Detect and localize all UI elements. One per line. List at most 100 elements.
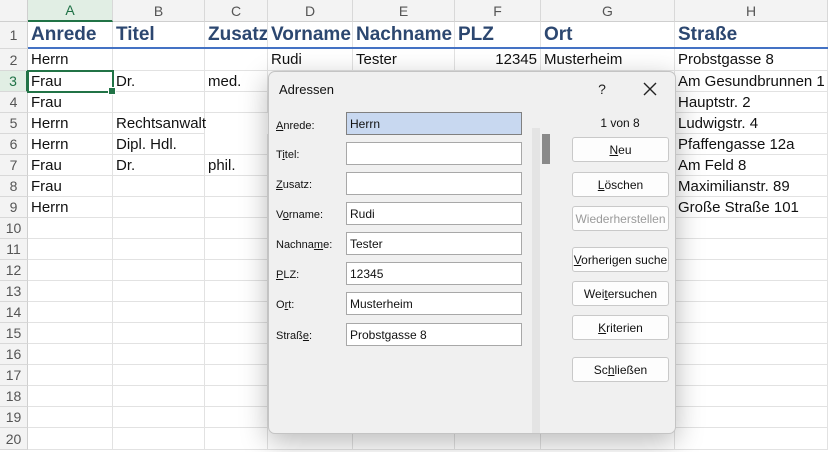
empty-cell[interactable] [28, 239, 113, 260]
empty-cell[interactable] [28, 260, 113, 281]
row-header-7[interactable]: 7 [0, 155, 28, 176]
column-header-d[interactable]: D [268, 0, 353, 22]
cell-c6[interactable] [205, 134, 268, 155]
header-cell-zusatz[interactable]: Zusatz [205, 22, 268, 49]
row-header-19[interactable]: 19 [0, 407, 28, 428]
empty-cell[interactable] [113, 281, 205, 302]
cell-a6[interactable]: Herrn [28, 134, 113, 155]
row-header-3[interactable]: 3 [0, 71, 28, 92]
record-scrollbar-thumb[interactable] [542, 134, 550, 164]
row-header-6[interactable]: 6 [0, 134, 28, 155]
zusatz-input[interactable] [346, 172, 522, 195]
delete-button[interactable]: Löschen [572, 172, 669, 197]
cell-a8[interactable]: Frau [28, 176, 113, 197]
empty-cell[interactable] [28, 218, 113, 239]
empty-cell[interactable] [205, 260, 268, 281]
cell-h5[interactable]: Ludwigstr. 4 [675, 113, 828, 134]
cell-c8[interactable] [205, 176, 268, 197]
empty-cell[interactable] [113, 365, 205, 386]
row-header-2[interactable]: 2 [0, 49, 28, 71]
cell-c7[interactable]: phil. [205, 155, 268, 176]
cell-b3[interactable]: Dr. [113, 71, 205, 92]
empty-cell[interactable] [205, 239, 268, 260]
cell-a7[interactable]: Frau [28, 155, 113, 176]
row-header-11[interactable]: 11 [0, 239, 28, 260]
anrede-input[interactable] [346, 112, 522, 135]
empty-cell[interactable] [205, 365, 268, 386]
cell-c2[interactable] [205, 49, 268, 71]
empty-cell[interactable] [113, 239, 205, 260]
cell-c9[interactable] [205, 197, 268, 218]
empty-cell[interactable] [675, 323, 828, 344]
cell-a9[interactable]: Herrn [28, 197, 113, 218]
empty-cell[interactable] [28, 365, 113, 386]
cell-c3[interactable]: med. [205, 71, 268, 92]
empty-cell[interactable] [205, 323, 268, 344]
find-next-button[interactable]: Weitersuchen [572, 281, 669, 306]
column-header-g[interactable]: G [541, 0, 675, 22]
cell-h7[interactable]: Am Feld 8 [675, 155, 828, 176]
empty-cell[interactable] [28, 323, 113, 344]
row-header-15[interactable]: 15 [0, 323, 28, 344]
row-header-9[interactable]: 9 [0, 197, 28, 218]
empty-cell[interactable] [113, 302, 205, 323]
restore-button[interactable]: Wiederherstellen [572, 206, 669, 231]
row-header-8[interactable]: 8 [0, 176, 28, 197]
vorname-input[interactable] [346, 202, 522, 225]
empty-cell[interactable] [205, 302, 268, 323]
empty-cell[interactable] [675, 281, 828, 302]
empty-cell[interactable] [28, 407, 113, 428]
find-previous-button[interactable]: Vorherigen suche [572, 247, 669, 272]
row-header-16[interactable]: 16 [0, 344, 28, 365]
cell-f2[interactable]: 12345 [455, 49, 541, 71]
empty-cell[interactable] [113, 428, 205, 450]
empty-cell[interactable] [28, 386, 113, 407]
empty-cell[interactable] [205, 218, 268, 239]
empty-cell[interactable] [675, 365, 828, 386]
row-header-20[interactable]: 20 [0, 428, 28, 450]
row-header-14[interactable]: 14 [0, 302, 28, 323]
column-header-e[interactable]: E [353, 0, 455, 22]
titel-input[interactable] [346, 142, 522, 165]
cell-h6[interactable]: Pfaffengasse 12a [675, 134, 828, 155]
empty-cell[interactable] [205, 428, 268, 450]
cell-a4[interactable]: Frau [28, 92, 113, 113]
row-header-13[interactable]: 13 [0, 281, 28, 302]
row-header-17[interactable]: 17 [0, 365, 28, 386]
dialog-titlebar[interactable]: Adressen ? [269, 72, 675, 106]
column-header-b[interactable]: B [113, 0, 205, 22]
empty-cell[interactable] [28, 302, 113, 323]
empty-cell[interactable] [675, 428, 828, 450]
empty-cell[interactable] [113, 260, 205, 281]
empty-cell[interactable] [205, 281, 268, 302]
header-cell-strasse[interactable]: Straße [675, 22, 828, 49]
row-header-18[interactable]: 18 [0, 386, 28, 407]
empty-cell[interactable] [675, 407, 828, 428]
header-cell-anrede[interactable]: Anrede [28, 22, 113, 49]
criteria-button[interactable]: Kriterien [572, 315, 669, 340]
cell-a2[interactable]: Herrn [28, 49, 113, 71]
row-header-12[interactable]: 12 [0, 260, 28, 281]
cell-b4[interactable] [113, 92, 205, 113]
row-header-5[interactable]: 5 [0, 113, 28, 134]
empty-cell[interactable] [675, 260, 828, 281]
help-button[interactable]: ? [587, 78, 617, 100]
empty-cell[interactable] [675, 344, 828, 365]
column-header-h[interactable]: H [675, 0, 828, 22]
empty-cell[interactable] [113, 323, 205, 344]
cell-b8[interactable] [113, 176, 205, 197]
close-dialog-button[interactable]: Schließen [572, 357, 669, 382]
empty-cell[interactable] [28, 281, 113, 302]
column-header-f[interactable]: F [455, 0, 541, 22]
empty-cell[interactable] [113, 407, 205, 428]
cell-b7[interactable]: Dr. [113, 155, 205, 176]
new-button[interactable]: Neu [572, 137, 669, 162]
header-cell-titel[interactable]: Titel [113, 22, 205, 49]
empty-cell[interactable] [113, 218, 205, 239]
nachname-input[interactable] [346, 232, 522, 255]
cell-h3[interactable]: Am Gesundbrunnen 1 [675, 71, 828, 92]
cell-h8[interactable]: Maximilianstr. 89 [675, 176, 828, 197]
column-header-a[interactable]: A [28, 0, 113, 22]
empty-cell[interactable] [675, 386, 828, 407]
strasse-input[interactable] [346, 323, 522, 346]
